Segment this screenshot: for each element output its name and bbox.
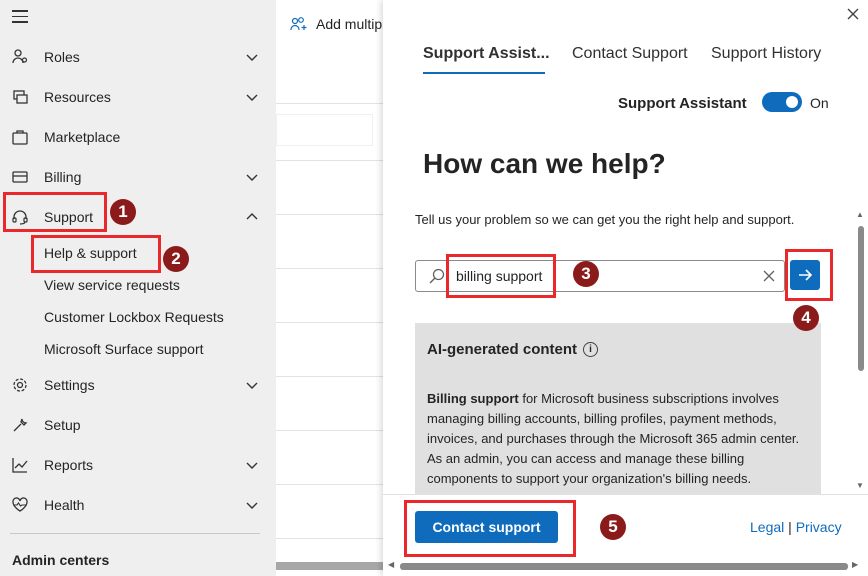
row-divider xyxy=(276,214,383,215)
chevron-down-icon[interactable] xyxy=(245,50,259,64)
annotation-box-submit xyxy=(785,249,833,301)
step-badge-3: 3 xyxy=(573,261,599,287)
chevron-up-icon[interactable] xyxy=(245,210,259,224)
sidebar-item-label: Billing xyxy=(44,169,82,185)
ai-content-heading: AI-generated content i xyxy=(427,341,599,358)
step-badge-5: 5 xyxy=(600,514,626,540)
sidebar-subitem-surface-support[interactable]: Microsoft Surface support xyxy=(44,341,204,357)
toggle-knob xyxy=(786,96,798,108)
sidebar-divider xyxy=(10,533,260,534)
scroll-right-arrow-icon[interactable]: ▶ xyxy=(852,560,858,569)
row-divider xyxy=(276,103,383,104)
gear-icon xyxy=(11,376,29,394)
chevron-down-icon[interactable] xyxy=(245,498,259,512)
active-tab-indicator xyxy=(423,72,545,74)
privacy-link[interactable]: Privacy xyxy=(796,519,842,535)
sidebar-item-settings[interactable]: Settings xyxy=(0,365,276,405)
admin-centers-heading: Admin centers xyxy=(12,552,110,568)
row-divider xyxy=(276,376,383,377)
sidebar-item-roles[interactable]: Roles xyxy=(0,37,276,77)
row-divider xyxy=(276,322,383,323)
row-divider xyxy=(276,430,383,431)
chart-icon xyxy=(11,456,29,474)
legal-link[interactable]: Legal xyxy=(750,519,784,535)
link-separator: | xyxy=(788,519,792,535)
ai-generated-content-card: AI-generated content i Billing support f… xyxy=(415,323,821,495)
scroll-left-arrow-icon[interactable]: ◀ xyxy=(388,560,394,569)
search-icon xyxy=(429,268,445,284)
heart-pulse-icon xyxy=(11,496,29,514)
sidebar-item-label: Setup xyxy=(44,417,81,433)
step-badge-2: 2 xyxy=(163,246,189,272)
sidebar-item-label: Roles xyxy=(44,49,80,65)
sidebar-item-label: Settings xyxy=(44,377,95,393)
footer-divider xyxy=(383,494,868,495)
sidebar-item-billing[interactable]: Billing xyxy=(0,157,276,197)
scroll-up-arrow-icon[interactable]: ▲ xyxy=(856,210,864,219)
left-nav-sidebar: Roles Resources Marketplace Billing Supp… xyxy=(0,0,276,576)
info-icon[interactable]: i xyxy=(583,342,599,357)
chevron-down-icon[interactable] xyxy=(245,458,259,472)
main-content-background xyxy=(276,0,383,576)
row-divider xyxy=(276,538,383,539)
add-multiple-users-button[interactable]: Add multip xyxy=(290,16,382,32)
sidebar-item-setup[interactable]: Setup xyxy=(0,405,276,445)
sidebar-item-reports[interactable]: Reports xyxy=(0,445,276,485)
annotation-box-contact xyxy=(404,500,576,557)
add-multiple-label: Add multip xyxy=(316,16,383,32)
sidebar-item-resources[interactable]: Resources xyxy=(0,77,276,117)
step-badge-4: 4 xyxy=(793,305,819,331)
panel-horizontal-scrollbar[interactable] xyxy=(400,563,848,570)
page-title: How can we help? xyxy=(423,148,666,179)
marketplace-icon xyxy=(11,128,29,146)
tab-contact-support[interactable]: Contact Support xyxy=(572,45,688,63)
tab-support-assistant[interactable]: Support Assist... xyxy=(423,45,550,63)
resources-icon xyxy=(11,88,29,106)
sidebar-item-label: Health xyxy=(44,497,85,513)
support-assistant-label: Support Assistant xyxy=(618,95,747,112)
annotation-box-search xyxy=(446,254,556,298)
ai-content-text: Billing support for Microsoft business s… xyxy=(427,389,811,489)
row-divider xyxy=(276,484,383,485)
row-divider xyxy=(276,268,383,269)
add-users-icon xyxy=(290,17,307,31)
toggle-state-label: On xyxy=(810,95,829,111)
filter-input-background xyxy=(276,114,373,146)
hamburger-menu-icon[interactable] xyxy=(12,10,28,24)
sidebar-subitem-customer-lockbox[interactable]: Customer Lockbox Requests xyxy=(44,309,224,325)
vertical-scrollbar-thumb[interactable] xyxy=(858,226,864,371)
sidebar-item-marketplace[interactable]: Marketplace xyxy=(0,117,276,157)
annotation-box-support xyxy=(3,192,107,232)
horizontal-scrollbar[interactable] xyxy=(276,562,383,570)
sidebar-subitem-view-service-requests[interactable]: View service requests xyxy=(44,277,180,293)
roles-icon xyxy=(11,48,29,66)
footer-links: Legal | Privacy xyxy=(750,519,842,535)
help-description: Tell us your problem so we can get you t… xyxy=(415,212,795,227)
billing-icon xyxy=(11,168,29,186)
step-badge-1: 1 xyxy=(110,199,136,225)
support-assistant-toggle[interactable] xyxy=(762,92,802,112)
ai-bold-term: Billing support xyxy=(427,391,519,406)
close-icon[interactable] xyxy=(845,6,861,22)
chevron-down-icon[interactable] xyxy=(245,170,259,184)
annotation-box-help-support xyxy=(31,235,161,273)
sidebar-item-label: Reports xyxy=(44,457,94,473)
chevron-down-icon[interactable] xyxy=(245,378,259,392)
sidebar-item-label: Resources xyxy=(44,89,111,105)
scroll-down-arrow-icon[interactable]: ▼ xyxy=(856,481,864,490)
wrench-icon xyxy=(11,416,29,434)
clear-icon[interactable] xyxy=(762,269,776,283)
chevron-down-icon[interactable] xyxy=(245,90,259,104)
row-divider xyxy=(276,160,383,161)
sidebar-item-health[interactable]: Health xyxy=(0,485,276,525)
ai-heading-text: AI-generated content xyxy=(427,341,578,358)
sidebar-item-label: Marketplace xyxy=(44,129,121,145)
tab-support-history[interactable]: Support History xyxy=(711,45,821,63)
